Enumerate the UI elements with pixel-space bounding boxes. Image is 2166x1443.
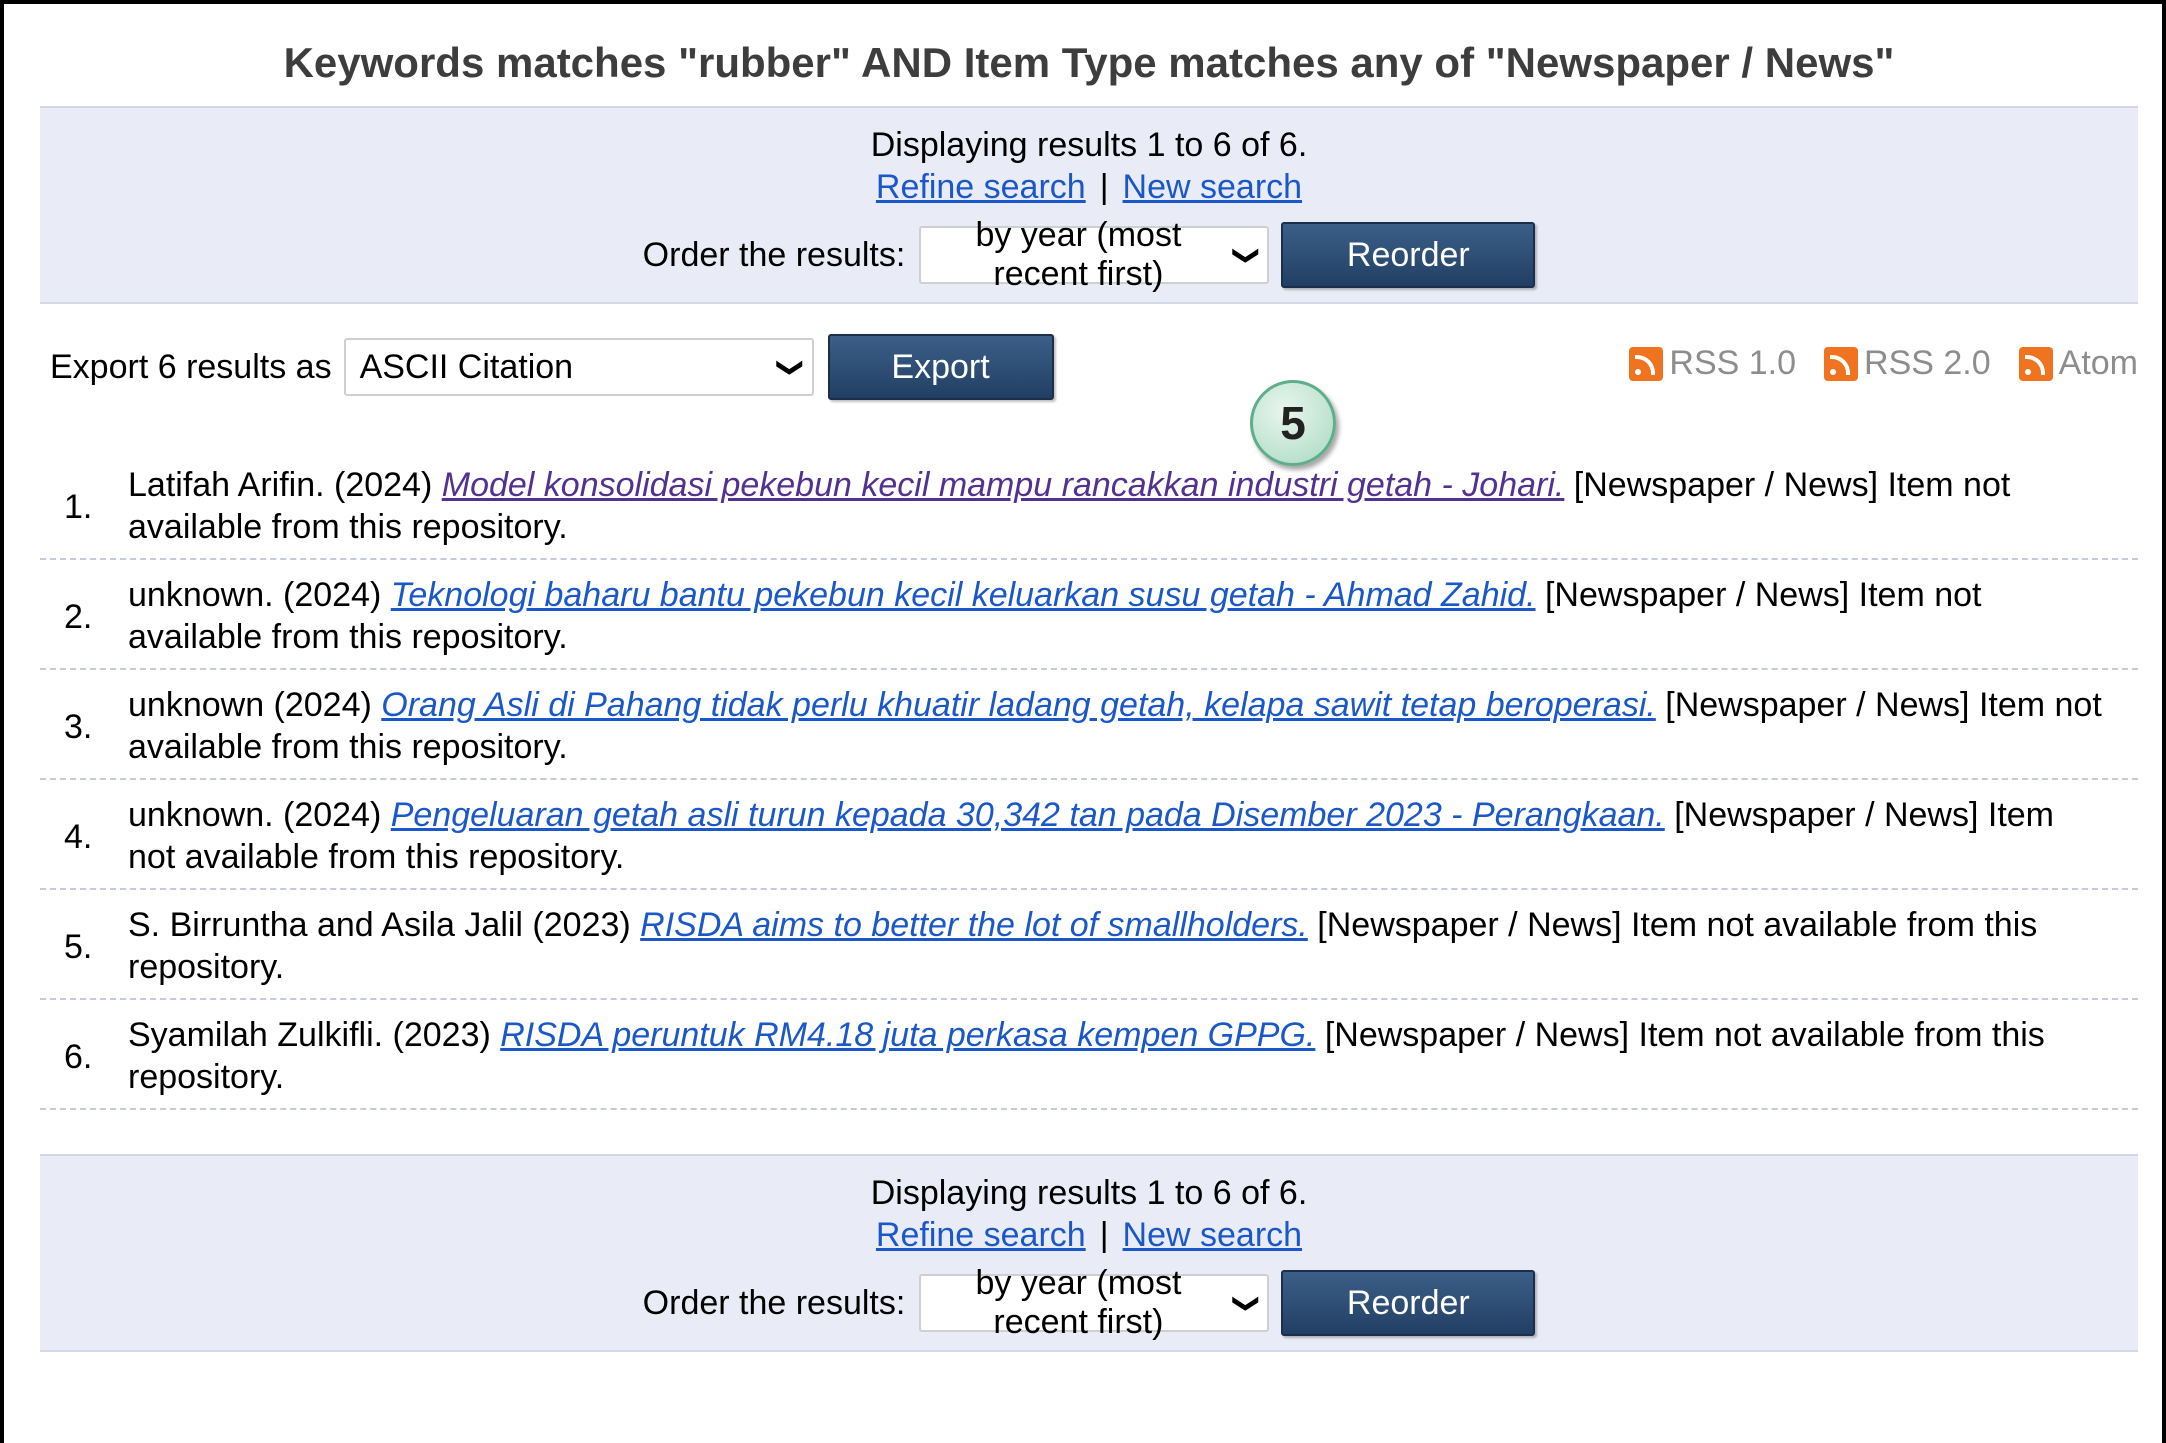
step-number-badge: 5 <box>1250 380 1336 466</box>
export-format-value: ASCII Citation <box>359 347 574 386</box>
new-search-link[interactable]: New search <box>1123 168 1303 206</box>
atom-feed-link[interactable]: Atom <box>2018 344 2138 383</box>
search-links: Refine search | New search <box>40 1214 2138 1256</box>
result-title-link[interactable]: RISDA aims to better the lot of smallhol… <box>640 906 1308 944</box>
result-number: 2. <box>64 598 93 636</box>
result-number: 5. <box>64 928 93 966</box>
chevron-down-icon: ❯ <box>1231 1292 1262 1314</box>
result-number: 6. <box>64 1038 93 1076</box>
order-select-value: by year (most recent first) <box>975 216 1182 293</box>
rss-icon <box>1824 346 1859 381</box>
export-button[interactable]: Export <box>827 334 1054 400</box>
result-citation: unknown. (2024) Teknologi baharu bantu p… <box>128 574 2138 658</box>
feed-label: RSS 1.0 <box>1669 344 1797 382</box>
order-select[interactable]: by year (most recent first) ❯ <box>919 1264 1270 1341</box>
order-row: Order the results: by year (most recent … <box>40 216 2138 293</box>
rss-icon <box>2018 346 2053 381</box>
reorder-button[interactable]: Reorder <box>1281 1270 1536 1336</box>
feed-label: Atom <box>2058 344 2138 382</box>
result-item: 1. Latifah Arifin. (2024) Model konsolid… <box>40 450 2138 560</box>
result-author-year: Syamilah Zulkifli. (2023) <box>128 1016 501 1054</box>
result-title-link[interactable]: Model konsolidasi pekebun kecil mampu ra… <box>442 466 1565 504</box>
result-item: 6. Syamilah Zulkifli. (2023) RISDA perun… <box>40 1000 2138 1110</box>
order-select-value: by year (most recent first) <box>975 1264 1182 1341</box>
page-title: Keywords matches "rubber" AND Item Type … <box>40 20 2138 108</box>
result-author-year: unknown. (2024) <box>128 796 391 834</box>
result-author-year: S. Birruntha and Asila Jalil (2023) <box>128 906 641 944</box>
result-title-link[interactable]: RISDA peruntuk RM4.18 juta perkasa kempe… <box>500 1016 1315 1054</box>
rss2-feed-link[interactable]: RSS 2.0 <box>1824 344 1991 383</box>
result-author-year: unknown (2024) <box>128 686 382 724</box>
result-author-year: unknown. (2024) <box>128 576 391 614</box>
order-label: Order the results: <box>642 235 906 274</box>
results-summary: Displaying results 1 to 6 of 6. <box>870 1174 1308 1212</box>
link-separator: | <box>1099 168 1109 206</box>
results-control-bar-top: Displaying results 1 to 6 of 6. Refine s… <box>40 108 2138 304</box>
result-item: 4. unknown. (2024) Pengeluaran getah asl… <box>40 780 2138 890</box>
search-results-page: Keywords matches "rubber" AND Item Type … <box>40 20 2138 1352</box>
result-title-link[interactable]: Pengeluaran getah asli turun kepada 30,3… <box>391 796 1665 834</box>
result-author-year: Latifah Arifin. (2024) <box>128 466 442 504</box>
refine-search-link[interactable]: Refine search <box>876 168 1086 206</box>
result-citation: unknown. (2024) Pengeluaran getah asli t… <box>128 794 2138 878</box>
results-summary: Displaying results 1 to 6 of 6. <box>870 126 1308 164</box>
refine-search-link[interactable]: Refine search <box>876 1216 1086 1254</box>
result-number: 4. <box>64 818 93 856</box>
result-citation: Latifah Arifin. (2024) Model konsolidasi… <box>128 464 2138 548</box>
feed-label: RSS 2.0 <box>1864 344 1991 382</box>
result-citation: Syamilah Zulkifli. (2023) RISDA peruntuk… <box>128 1014 2138 1098</box>
export-row: Export 6 results as ASCII Citation ❯ Exp… <box>40 304 2138 430</box>
feed-links: RSS 1.0 RSS 2.0 Atom <box>1601 344 2138 383</box>
order-row: Order the results: by year (most recent … <box>40 1264 2138 1341</box>
result-item: 2. unknown. (2024) Teknologi baharu bant… <box>40 560 2138 670</box>
result-title-link[interactable]: Orang Asli di Pahang tidak perlu khuatir… <box>381 686 1656 724</box>
result-number: 3. <box>64 708 93 746</box>
reorder-button[interactable]: Reorder <box>1281 222 1536 288</box>
order-label: Order the results: <box>642 1283 906 1322</box>
export-format-select[interactable]: ASCII Citation ❯ <box>343 338 814 396</box>
result-item: 5. S. Birruntha and Asila Jalil (2023) R… <box>40 890 2138 1000</box>
result-number: 1. <box>64 488 93 526</box>
search-links: Refine search | New search <box>40 166 2138 208</box>
rss1-feed-link[interactable]: RSS 1.0 <box>1629 344 1796 383</box>
new-search-link[interactable]: New search <box>1123 1216 1303 1254</box>
result-citation: S. Birruntha and Asila Jalil (2023) RISD… <box>128 904 2138 988</box>
rss-icon <box>1629 346 1664 381</box>
order-select[interactable]: by year (most recent first) ❯ <box>919 216 1270 293</box>
export-label: Export 6 results as <box>50 347 332 386</box>
result-citation: unknown (2024) Orang Asli di Pahang tida… <box>128 684 2138 768</box>
results-list: 1. Latifah Arifin. (2024) Model konsolid… <box>40 450 2138 1110</box>
result-title-link[interactable]: Teknologi baharu bantu pekebun kecil kel… <box>391 576 1536 614</box>
link-separator: | <box>1099 1216 1109 1254</box>
result-item: 3. unknown (2024) Orang Asli di Pahang t… <box>40 670 2138 780</box>
chevron-down-icon: ❯ <box>1231 244 1262 266</box>
results-control-bar-bottom: Displaying results 1 to 6 of 6. Refine s… <box>40 1154 2138 1352</box>
chevron-down-icon: ❯ <box>776 356 807 378</box>
